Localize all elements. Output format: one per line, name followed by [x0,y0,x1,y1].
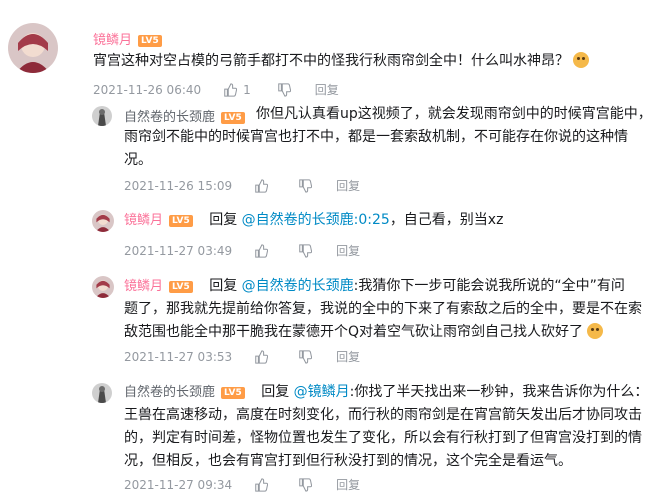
like-button[interactable] [254,349,269,364]
like-count: 1 [243,82,251,97]
reply-button[interactable]: 回复 [315,81,339,98]
video-timestamp-link[interactable]: :0:25 [354,212,390,228]
username[interactable]: 自然卷的长颈鹿 [124,385,215,400]
like-button[interactable]: 1 [223,83,251,97]
level-badge: LV5 [221,387,245,399]
reply-text: 镜鳞月 LV5 回复 @自然卷的长颈鹿:我猜你下一步可能会说我所说的“全中”有问 … [124,278,642,340]
thumbs-up-icon [255,243,269,258]
thumbs-down-icon [299,178,313,193]
comment-text: 宵宫这种对空占模的弓箭手都打不中的怪我行秋雨帘剑全中！什么叫水神昂？ [93,50,653,73]
thumbs-down-icon [299,477,313,492]
dislike-button[interactable] [298,477,313,492]
thumbs-up-icon [255,178,269,193]
reply-button[interactable]: 回复 [336,177,360,194]
timestamp: 2021-11-26 06:40 [93,82,202,97]
level-badge: LV5 [138,35,162,47]
thumbs-down-icon [299,349,313,364]
username[interactable]: 镜鳞月 [124,213,163,228]
dislike-button[interactable] [277,82,291,97]
reply-text: 自然卷的长颈鹿 LV5 回复 @镜鳞月:你找了半天找出来一秒钟，我来告诉你为什么：… [124,384,649,469]
timestamp: 2021-11-27 03:53 [124,349,233,364]
mention-link[interactable]: @自然卷的长颈鹿 [242,212,354,228]
dislike-button[interactable] [298,178,313,193]
avatar[interactable] [8,23,58,73]
level-badge: LV5 [169,215,193,227]
reply-meta: 2021-11-26 15:09 回复 [124,177,360,194]
mention-link[interactable]: @镜鳞月 [294,384,350,400]
reply-button[interactable]: 回复 [336,242,360,259]
like-button[interactable] [254,243,269,258]
avatar[interactable] [92,276,114,298]
thumbs-up-icon [255,477,269,492]
level-badge: LV5 [169,281,193,293]
comment-meta: 2021-11-26 06:40 1 回复 [93,81,339,98]
username[interactable]: 镜鳞月 [124,279,163,294]
timestamp: 2021-11-27 03:49 [124,243,233,258]
avatar[interactable] [92,383,112,403]
timestamp: 2021-11-26 15:09 [124,178,233,193]
mention-link[interactable]: @自然卷的长颈鹿 [242,278,354,294]
thumbs-up-icon [224,82,238,97]
dislike-button[interactable] [298,349,313,364]
timestamp: 2021-11-27 09:34 [124,477,233,492]
thumbs-down-icon [278,82,291,97]
username[interactable]: 镜鳞月 [93,33,132,48]
dislike-button[interactable] [298,243,313,258]
reply-meta: 2021-11-27 09:34 回复 [124,476,360,493]
reply-button[interactable]: 回复 [336,348,360,365]
reply-text: 你但凡认真看up这视频了，就会发现雨帘剑中的时候宵宫能中， 雨帘剑不能中的时候宵… [124,106,652,168]
avatar[interactable] [92,106,112,126]
avatar[interactable] [92,210,114,232]
reply-button[interactable]: 回复 [336,476,360,493]
doge-emoji-icon [587,323,604,339]
thumbs-down-icon [299,243,313,258]
reply-meta: 2021-11-27 03:53 回复 [124,348,360,365]
like-button[interactable] [254,178,269,193]
doge-emoji-icon [573,52,590,68]
thumbs-up-icon [255,349,269,364]
reply-meta: 2021-11-27 03:49 回复 [124,242,360,259]
like-button[interactable] [254,477,269,492]
reply-text: 镜鳞月 LV5 回复 @自然卷的长颈鹿:0:25，自己看，别当xz [124,212,504,228]
